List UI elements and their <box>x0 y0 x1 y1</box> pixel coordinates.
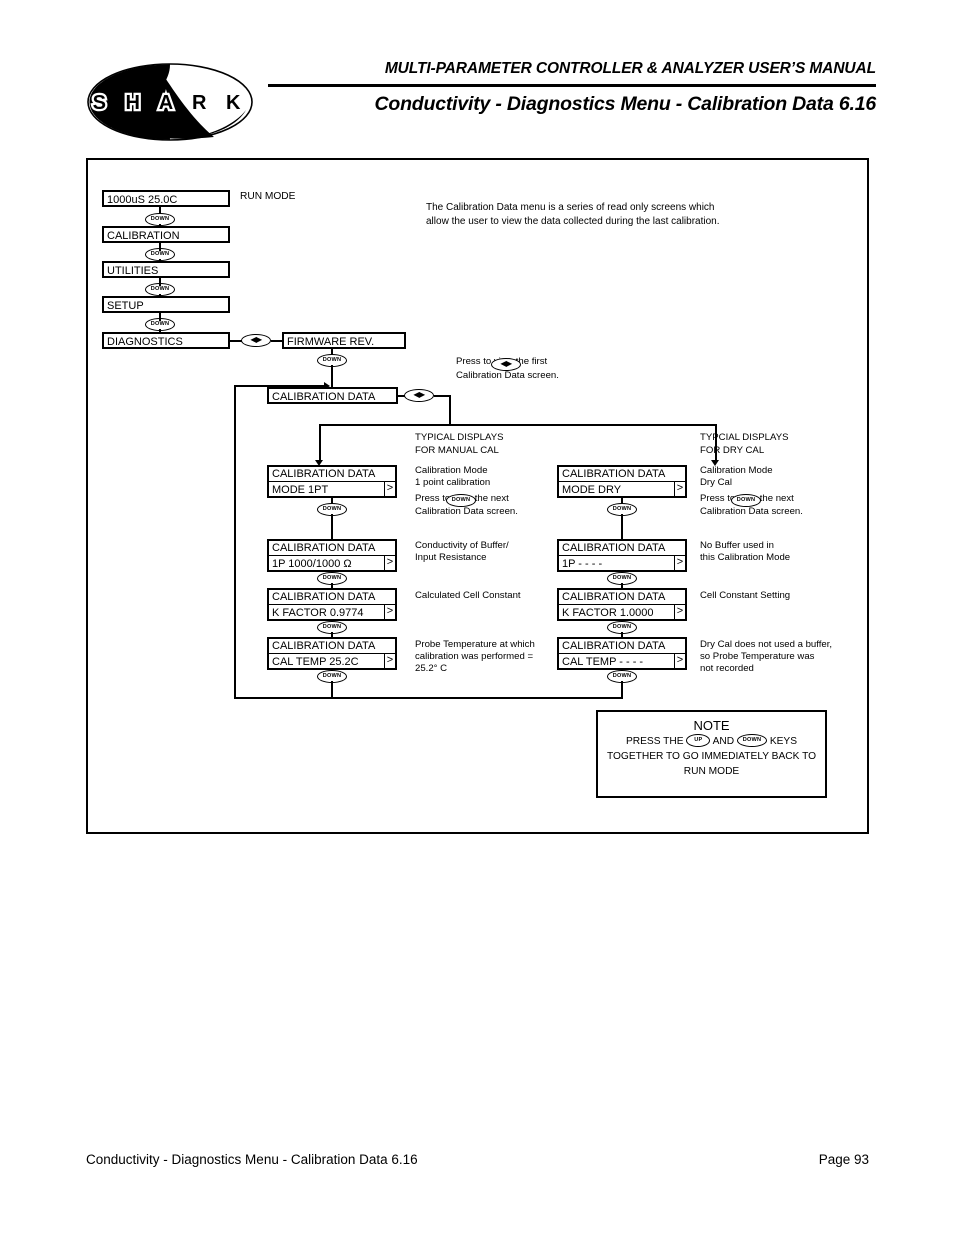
connector-line <box>331 365 333 387</box>
note-line-1: PRESS THE UP AND DOWN KEYS <box>598 733 825 749</box>
note-box: NOTE PRESS THE UP AND DOWN KEYS TOGETHER… <box>596 710 827 798</box>
lcd-manual-buffer[interactable]: CALIBRATION DATA 1P 1000/1000 Ω > <box>267 539 397 572</box>
lcd-manual-mode[interactable]: CALIBRATION DATA MODE 1PT > <box>267 465 397 498</box>
lcd-right-arrow-icon[interactable]: > <box>384 556 395 570</box>
left-right-key-icon[interactable]: ◀▶ <box>491 358 521 371</box>
diagram-frame: 1000uS 25.0C DOWN CALIBRATION DOWN UTILI… <box>86 158 869 834</box>
connector-line <box>159 278 161 286</box>
menu-box-utilities[interactable]: UTILITIES <box>102 261 230 278</box>
dry-cal-caption: TYPCIAL DISPLAYS FOR DRY CAL <box>700 432 789 456</box>
down-key-icon[interactable]: DOWN <box>737 733 767 747</box>
lcd-row2: 1P 1000/1000 Ω <box>272 557 352 570</box>
down-key-icon[interactable]: DOWN <box>731 494 761 507</box>
note-line1-post: KEYS <box>769 736 798 747</box>
connector-line <box>331 514 333 539</box>
lcd-row1: CALIBRATION DATA <box>559 639 685 654</box>
left-right-key-icon[interactable]: ◀▶ <box>241 334 271 347</box>
shark-logo-text: S H A R K <box>93 92 248 114</box>
lcd-right-arrow-icon[interactable]: > <box>384 605 395 619</box>
annotation-dry-2: No Buffer used in this Calibration Mode <box>700 540 791 564</box>
note-title: NOTE <box>693 718 730 733</box>
connector-line <box>234 697 623 699</box>
lcd-right-arrow-icon[interactable]: > <box>674 556 685 570</box>
shark-logo: S H A R K <box>87 63 253 141</box>
connector-line <box>621 514 623 539</box>
note-line1-pre: PRESS THE <box>625 736 684 747</box>
lcd-row2: MODE 1PT <box>272 483 329 496</box>
note-line1-mid: AND <box>712 736 735 747</box>
lcd-manual-caltemp[interactable]: CALIBRATION DATA CAL TEMP 25.2C > <box>267 637 397 670</box>
connector-line <box>319 424 716 426</box>
header-divider <box>268 84 876 87</box>
menu-box-run-mode[interactable]: 1000uS 25.0C <box>102 190 230 207</box>
lcd-row2: CAL TEMP - - - - <box>562 655 644 668</box>
lcd-row2: K FACTOR 1.0000 <box>562 606 654 619</box>
left-right-key-icon[interactable]: ◀▶ <box>404 389 434 402</box>
lcd-row2: K FACTOR 0.9774 <box>272 606 364 619</box>
lcd-row1: CALIBRATION DATA <box>269 639 395 654</box>
page-title: Conductivity - Diagnostics Menu - Calibr… <box>374 93 877 115</box>
connector-line <box>159 243 161 251</box>
note-line-2: TOGETHER TO GO IMMEDIATELY BACK TO <box>606 751 817 762</box>
up-key-icon[interactable]: UP <box>686 733 711 747</box>
lcd-dry-buffer[interactable]: CALIBRATION DATA 1P - - - - > <box>557 539 687 572</box>
lcd-right-arrow-icon[interactable]: > <box>674 605 685 619</box>
page-header: S H A R K MULTI-PARAMETER CONTROLLER & A… <box>0 0 954 150</box>
menu-box-firmware-rev[interactable]: FIRMWARE REV. <box>282 332 406 349</box>
note-line-3: RUN MODE <box>683 766 740 777</box>
lcd-dry-mode[interactable]: CALIBRATION DATA MODE DRY > <box>557 465 687 498</box>
lcd-manual-kfactor[interactable]: CALIBRATION DATA K FACTOR 0.9774 > <box>267 588 397 621</box>
connector-line <box>319 424 321 462</box>
lcd-row2: CAL TEMP 25.2C <box>272 655 359 668</box>
lcd-row1: CALIBRATION DATA <box>559 590 685 605</box>
lcd-row1: CALIBRATION DATA <box>559 541 685 556</box>
annotation-dry-4: Dry Cal does not used a buffer, so Probe… <box>700 639 833 675</box>
down-key-icon[interactable]: DOWN <box>446 494 476 507</box>
lcd-right-arrow-icon[interactable]: > <box>384 482 395 496</box>
page-footer: Conductivity - Diagnostics Menu - Calibr… <box>86 1152 869 1167</box>
lcd-dry-kfactor[interactable]: CALIBRATION DATA K FACTOR 1.0000 > <box>557 588 687 621</box>
connector-line <box>159 313 161 321</box>
press-note-dry-next: Press to view the next Calibration Data … <box>700 493 803 517</box>
lcd-row2: 1P - - - - <box>562 557 603 570</box>
lcd-right-arrow-icon[interactable]: > <box>674 654 685 668</box>
menu-flow-diagram: 1000uS 25.0C DOWN CALIBRATION DOWN UTILI… <box>88 160 871 836</box>
lcd-row1: CALIBRATION DATA <box>559 467 685 482</box>
menu-box-diagnostics[interactable]: DIAGNOSTICS <box>102 332 230 349</box>
menu-box-setup[interactable]: SETUP <box>102 296 230 313</box>
annotation-dry-3: Cell Constant Setting <box>700 590 791 601</box>
annotation-dry-1: Calibration Mode Dry Cal <box>700 465 773 489</box>
run-mode-label: RUN MODE <box>240 191 296 202</box>
header-titles: MULTI-PARAMETER CONTROLLER & ANALYZER US… <box>268 58 876 117</box>
manual-cal-caption: TYPICAL DISPLAYS FOR MANUAL CAL <box>415 432 504 456</box>
connector-line <box>234 385 236 698</box>
lcd-right-arrow-icon[interactable]: > <box>384 654 395 668</box>
lcd-dry-caltemp[interactable]: CALIBRATION DATA CAL TEMP - - - - > <box>557 637 687 670</box>
footer-page-number: Page 93 <box>818 1152 869 1167</box>
lcd-row1: CALIBRATION DATA <box>269 590 395 605</box>
menu-box-calibration[interactable]: CALIBRATION <box>102 226 230 243</box>
lcd-row2: MODE DRY <box>562 483 622 496</box>
manual-title: MULTI-PARAMETER CONTROLLER & ANALYZER US… <box>384 60 876 77</box>
connector-line <box>449 395 451 425</box>
lcd-right-arrow-icon[interactable]: > <box>674 482 685 496</box>
press-note-first-screen: Press to view the first Calibration Data… <box>456 356 559 381</box>
menu-box-calibration-data[interactable]: CALIBRATION DATA <box>267 387 398 404</box>
lcd-row1: CALIBRATION DATA <box>269 467 395 482</box>
intro-description: The Calibration Data menu is a series of… <box>426 202 720 227</box>
footer-left-text: Conductivity - Diagnostics Menu - Calibr… <box>86 1152 418 1167</box>
lcd-row1: CALIBRATION DATA <box>269 541 395 556</box>
